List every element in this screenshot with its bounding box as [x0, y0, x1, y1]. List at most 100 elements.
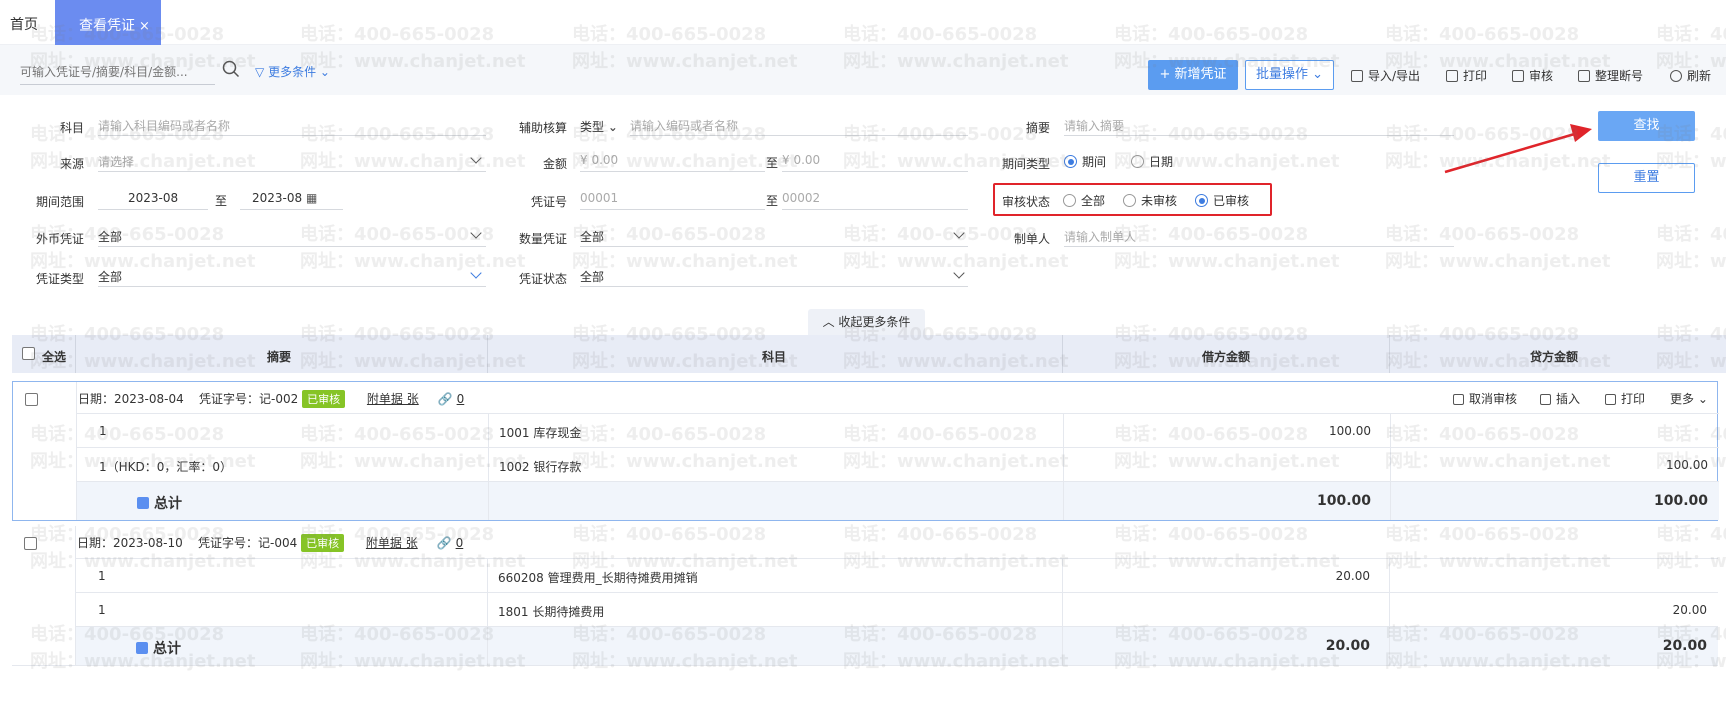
radio-audit-pending[interactable]: 未审核: [1123, 192, 1177, 209]
insert-label: 插入: [1556, 392, 1581, 406]
insert-icon: [1540, 394, 1551, 405]
total-row: 总计 100.00 100.00: [77, 481, 1719, 520]
cancel-audit-button[interactable]: 取消审核: [1453, 390, 1517, 407]
search-input[interactable]: [20, 59, 215, 85]
divider: [487, 335, 488, 373]
divider: [1390, 482, 1391, 520]
divider: [487, 593, 488, 626]
row-subject: 1001 库存现金: [499, 426, 582, 440]
printer-icon: [1446, 70, 1458, 82]
voucher-header: 日期：2023-08-04 凭证字号：记-002 已审核 附单据 张 🔗 0: [78, 390, 464, 408]
search-icon[interactable]: [222, 60, 240, 78]
aux-input[interactable]: 请输入编码或者名称: [630, 112, 968, 136]
batch-ops-button[interactable]: 批量操作 ⌄: [1245, 60, 1334, 90]
period-from-input[interactable]: 2023-08: [98, 186, 208, 210]
select-all-checkbox[interactable]: [22, 347, 35, 360]
divider: [1390, 414, 1391, 447]
row-summary: 1: [98, 603, 106, 617]
divider: [487, 559, 488, 592]
total-credit: 20.00: [1662, 638, 1707, 654]
voucher-checkbox[interactable]: [25, 393, 38, 406]
renumber-button[interactable]: 整理断号: [1578, 67, 1643, 84]
table-row[interactable]: 1 660208 管理费用_长期待摊费用摊销 20.00: [76, 558, 1718, 592]
total-label: 总计: [136, 638, 181, 658]
voucher-date: 日期：2023-08-10: [77, 536, 183, 550]
attachments-link[interactable]: 附单据 张: [366, 536, 418, 550]
radio-selected-icon: [1195, 194, 1208, 207]
radio-period[interactable]: 期间: [1064, 153, 1106, 170]
amount-to-label: 至: [766, 156, 779, 170]
tab-view-voucher[interactable]: 查看凭证 ×: [55, 0, 161, 45]
vstatus-label: 凭证状态: [518, 272, 567, 286]
table-row[interactable]: 1 1801 长期待摊费用 20.00: [76, 592, 1718, 626]
row-debit: 20.00: [1335, 569, 1370, 583]
row-summary: 1（HKD：0，汇率：0）: [99, 460, 233, 474]
renumber-icon: [1578, 70, 1590, 82]
divider: [1389, 627, 1390, 665]
period-to-label: 至: [215, 194, 228, 208]
select-all-label: 全选: [42, 350, 67, 364]
maker-input[interactable]: 请输入制单人: [1064, 223, 1454, 247]
sum-icon: [136, 642, 148, 654]
voucher-no-to-input[interactable]: 00002: [782, 186, 968, 210]
refresh-button[interactable]: 刷新: [1670, 67, 1711, 84]
radio-icon: [1063, 194, 1076, 207]
refresh-icon: [1670, 70, 1682, 82]
foreign-select[interactable]: 全部: [98, 223, 486, 247]
attach-count[interactable]: 0: [457, 392, 465, 406]
foreign-label: 外币凭证: [35, 232, 84, 246]
amount-from-input[interactable]: ¥ 0.00: [580, 148, 765, 172]
more-button[interactable]: 更多 ⌄: [1670, 390, 1708, 407]
vstatus-value: 全部: [580, 270, 605, 284]
audit-button[interactable]: 审核: [1512, 67, 1553, 84]
divider: [488, 448, 489, 481]
close-icon[interactable]: ×: [139, 19, 150, 34]
reset-button[interactable]: 重置: [1598, 163, 1695, 193]
voucher-no-from-input[interactable]: 00001: [580, 186, 765, 210]
qty-select[interactable]: 全部: [580, 223, 968, 247]
sum-icon: [137, 497, 149, 509]
aux-type-select[interactable]: 类型 ⌄: [580, 118, 618, 135]
divider: [1390, 448, 1391, 481]
new-voucher-button[interactable]: + 新增凭证: [1148, 60, 1238, 90]
summary-input[interactable]: 请输入摘要: [1064, 112, 1454, 136]
calendar-icon: ▦: [305, 191, 318, 205]
attach-count[interactable]: 0: [456, 536, 464, 550]
insert-button[interactable]: 插入: [1540, 390, 1580, 407]
period-to-input[interactable]: 2023-08 ▦: [240, 186, 343, 210]
voucher-checkbox[interactable]: [24, 537, 37, 550]
total-text: 总计: [153, 641, 181, 657]
voucher-no-to-label: 至: [766, 194, 779, 208]
chevron-down-icon: ⌄: [607, 120, 618, 134]
status-badge: 已审核: [302, 390, 346, 408]
radio-audit-done[interactable]: 已审核: [1195, 192, 1249, 209]
radio-audit-all[interactable]: 全部: [1063, 192, 1105, 209]
row-subject: 1801 长期待摊费用: [498, 605, 605, 619]
import-export-button[interactable]: 导入/导出: [1351, 67, 1420, 84]
attachments-link[interactable]: 附单据 张: [367, 392, 419, 406]
print-button[interactable]: 打印: [1446, 67, 1487, 84]
qty-label: 数量凭证: [518, 232, 567, 246]
search-button[interactable]: 查找: [1598, 111, 1695, 141]
collapse-filters-button[interactable]: ︿ 收起更多条件: [808, 309, 925, 335]
amount-to-input[interactable]: ¥ 0.00: [782, 148, 968, 172]
divider: [1062, 559, 1063, 592]
more-filters-label: 更多条件: [268, 65, 317, 79]
divider: [1062, 627, 1063, 665]
voucher-number: 凭证字号：记-002: [199, 392, 299, 406]
more-filters-link[interactable]: ▽ 更多条件 ⌄: [255, 63, 330, 80]
radio-audit-pending-label: 未审核: [1141, 194, 1178, 208]
vstatus-select[interactable]: 全部: [580, 263, 968, 287]
tab-home[interactable]: 首页: [10, 14, 38, 34]
source-select[interactable]: 请选择: [98, 148, 486, 172]
vtype-select[interactable]: 全部: [98, 263, 486, 287]
subject-input[interactable]: 请输入科目编码或者名称: [98, 112, 486, 136]
total-text: 总计: [154, 496, 182, 512]
row-debit: 100.00: [1329, 424, 1371, 438]
voucher-print-button[interactable]: 打印: [1605, 390, 1645, 407]
table-row[interactable]: 1 1001 库存现金 100.00: [77, 413, 1719, 447]
divider: [1389, 335, 1390, 373]
row-credit: 100.00: [1666, 458, 1708, 472]
table-row[interactable]: 1（HKD：0，汇率：0） 1002 银行存款 100.00: [77, 447, 1719, 481]
radio-date[interactable]: 日期: [1131, 153, 1173, 170]
